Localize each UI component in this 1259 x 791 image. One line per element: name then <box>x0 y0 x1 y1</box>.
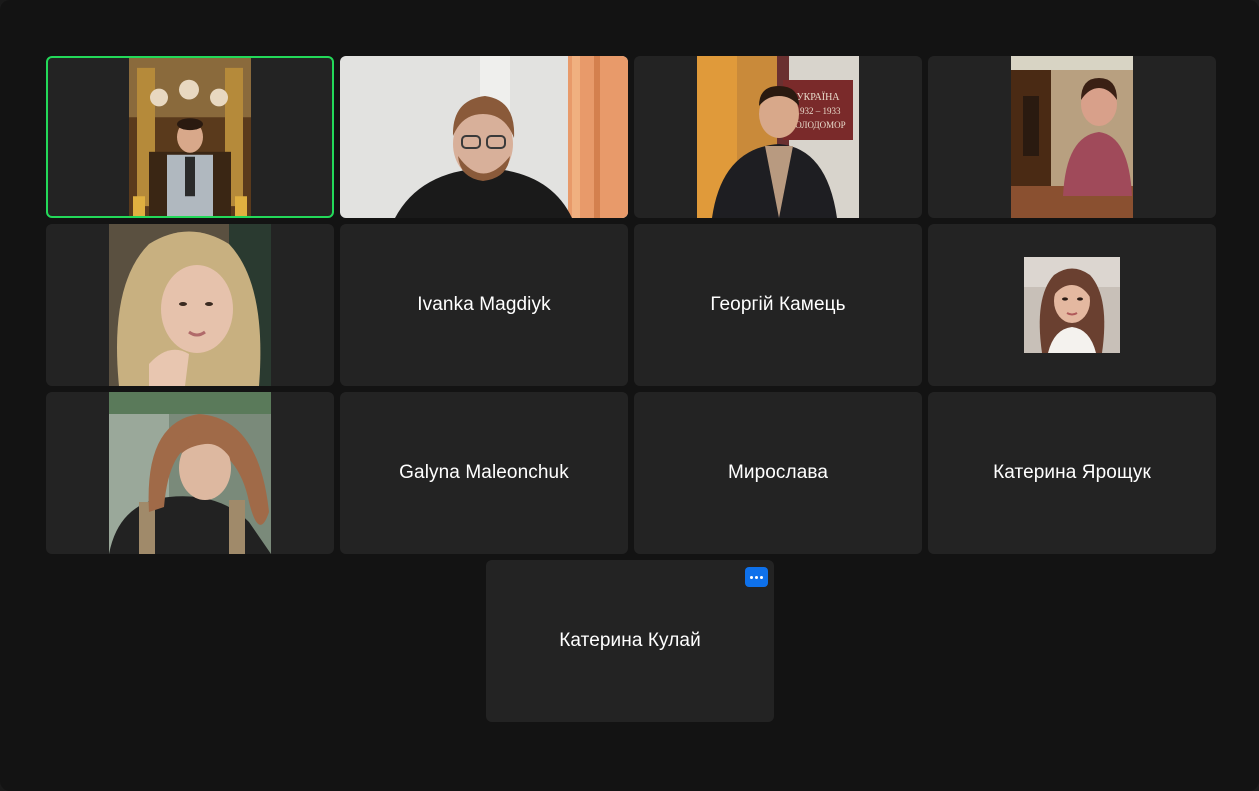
participant-tile-6[interactable]: Ivanka Magdiyk <box>340 224 628 386</box>
participant-name: Galyna Maleonchuk <box>399 462 569 483</box>
participant-video <box>1011 56 1133 218</box>
participant-tile-13[interactable]: Катерина Кулай <box>486 560 774 722</box>
participant-video <box>109 392 271 554</box>
participant-name: Мирослава <box>727 462 829 483</box>
banner-text: ГОЛОДОМОР <box>790 120 845 130</box>
participant-video <box>129 58 251 216</box>
participant-video <box>109 224 271 386</box>
participant-tile-8[interactable] <box>928 224 1216 386</box>
participant-video: УКРАЇНА 1932 – 1933 ГОЛОДОМОР <box>697 56 859 218</box>
ellipsis-icon[interactable] <box>745 567 768 587</box>
participant-name: Катерина Кулай <box>559 630 701 651</box>
participant-tile-3[interactable]: УКРАЇНА 1932 – 1933 ГОЛОДОМОР <box>634 56 922 218</box>
participant-video <box>340 56 628 218</box>
participant-avatar <box>1024 257 1120 353</box>
banner-text: 1932 – 1933 <box>796 106 842 116</box>
participant-name: Георгій Камець <box>710 294 846 315</box>
banner-text: УКРАЇНА <box>796 91 840 103</box>
participant-tile-5[interactable] <box>46 224 334 386</box>
participant-tile-7[interactable]: Георгій Камець <box>634 224 922 386</box>
participant-tile-4[interactable] <box>928 56 1216 218</box>
participant-name: Катерина Ярощук <box>993 462 1151 483</box>
participant-tile-12[interactable]: Катерина Ярощук <box>928 392 1216 554</box>
participant-tile-1[interactable] <box>46 56 334 218</box>
participant-tile-11[interactable]: Мирослава <box>634 392 922 554</box>
participant-tile-10[interactable]: Galyna Maleonchuk <box>340 392 628 554</box>
meeting-window: УКРАЇНА 1932 – 1933 ГОЛОДОМОР Ivanka Mag… <box>0 0 1259 791</box>
participant-tile-9[interactable] <box>46 392 334 554</box>
participant-name: Ivanka Magdiyk <box>417 294 551 315</box>
participant-tile-2[interactable] <box>340 56 628 218</box>
